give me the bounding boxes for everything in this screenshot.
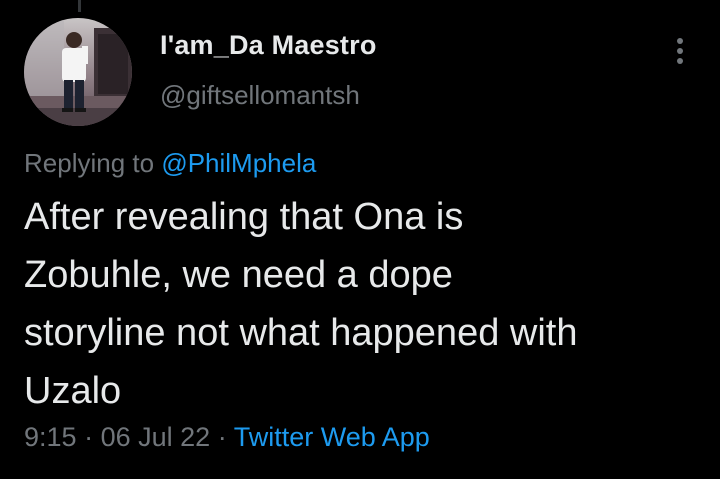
author-handle[interactable]: @giftsellomantsh	[160, 80, 360, 111]
more-options-button[interactable]	[664, 34, 696, 68]
replying-to-mention-link[interactable]: @PhilMphela	[161, 148, 316, 178]
replying-to-label: Replying to	[24, 148, 162, 178]
tweet-text: After revealing that Ona is Zobuhle, we …	[24, 188, 704, 420]
tweet-source-link[interactable]: Twitter Web App	[234, 422, 430, 452]
tweet-text-line: After revealing that Ona is	[24, 196, 464, 238]
tweet-metadata: 9:15 · 06 Jul 22 · Twitter Web App	[24, 422, 430, 453]
thread-connector-line	[78, 0, 81, 12]
tweet-text-line: Zobuhle, we need a dope	[24, 254, 453, 296]
replying-to-line: Replying to @PhilMphela	[24, 148, 316, 179]
tweet-text-line: Uzalo	[24, 370, 122, 412]
tweet-time[interactable]: 9:15	[24, 422, 77, 452]
more-vertical-icon	[677, 38, 683, 64]
tweet-text-line: storyline not what happened with	[24, 312, 578, 354]
meta-separator: ·	[84, 422, 94, 452]
tweet-date[interactable]: 06 Jul 22	[101, 422, 211, 452]
avatar[interactable]	[24, 18, 132, 126]
meta-separator: ·	[217, 422, 227, 452]
profile-photo	[24, 18, 132, 126]
author-display-name[interactable]: I'am_Da Maestro	[160, 30, 377, 61]
